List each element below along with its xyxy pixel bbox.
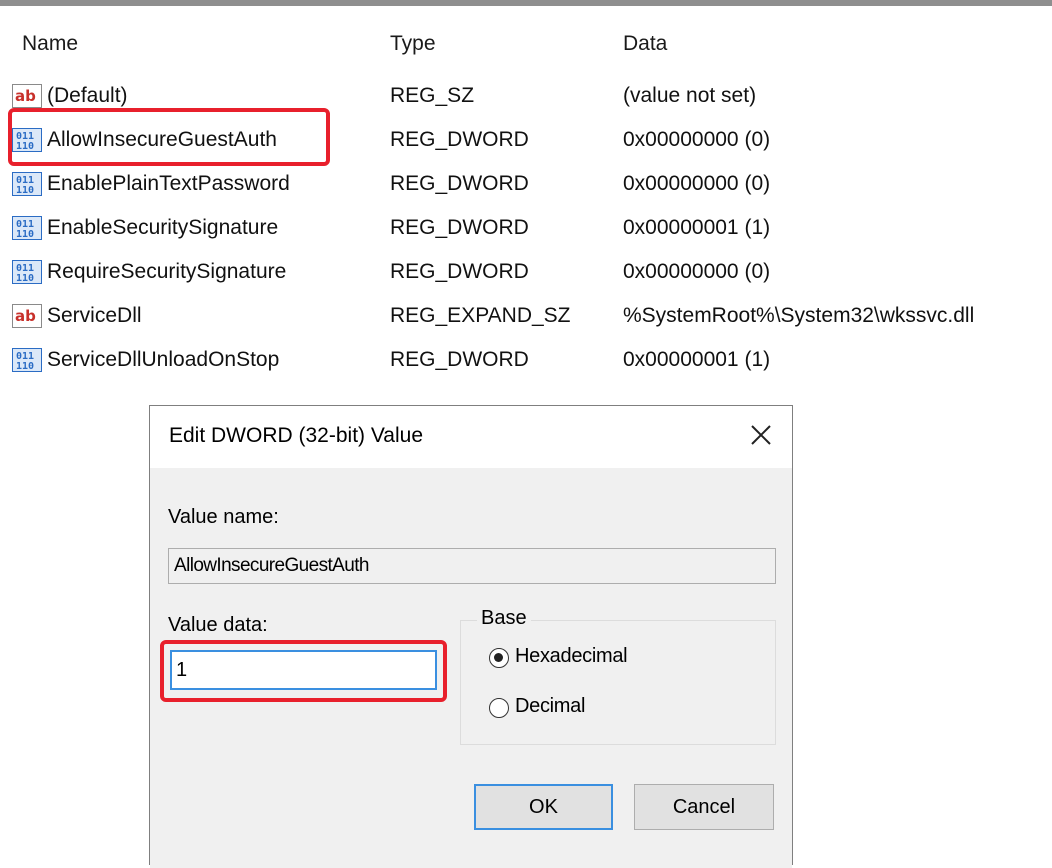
value-data: %SystemRoot%\System32\wkssvc.dll [623,304,975,327]
column-header-type[interactable]: Type [390,32,436,56]
value-data: 0x00000000 (0) [623,260,771,283]
svg-text:110: 110 [16,361,34,372]
radio-hexadecimal-label: Hexadecimal [515,645,628,667]
binary-value-icon: 011 110 [12,260,42,284]
list-item[interactable]: 011 110 EnableSecuritySignature REG_DWORD… [0,206,1052,250]
list-item[interactable]: 011 110 EnablePlainTextPassword REG_DWORD… [0,162,1052,206]
radio-selected-icon [489,648,509,668]
value-name-field: AllowInsecureGuestAuth [168,548,776,584]
cancel-button[interactable]: Cancel [634,784,774,830]
radio-decimal-label: Decimal [515,695,586,717]
binary-value-icon: 011 110 [12,172,42,196]
column-header-data[interactable]: Data [623,32,667,56]
dialog-body: Value name: AllowInsecureGuestAuth Value… [150,468,792,868]
highlight-box [160,640,447,702]
value-data-label: Value data: [168,614,268,636]
value-type: REG_DWORD [390,172,529,195]
value-type: REG_EXPAND_SZ [390,304,571,327]
value-data: 0x00000000 (0) [623,172,771,195]
value-name: RequireSecuritySignature [47,260,287,283]
binary-value-icon: 011 110 [12,216,42,240]
value-data: 0x00000001 (1) [623,216,771,239]
value-name: EnableSecuritySignature [47,216,279,239]
dialog-title-bar[interactable]: Edit DWORD (32-bit) Value [150,406,792,468]
base-label: Base [477,607,531,630]
value-data: 0x00000000 (0) [623,128,771,151]
list-item[interactable]: 011 110 ServiceDllUnloadOnStop REG_DWORD … [0,338,1052,382]
dialog-title: Edit DWORD (32-bit) Value [169,424,424,447]
column-header-name[interactable]: Name [22,32,78,56]
value-data: (value not set) [623,84,757,107]
list-item[interactable]: ab ServiceDll REG_EXPAND_SZ %SystemRoot%… [0,294,1052,338]
svg-text:110: 110 [16,273,34,284]
value-type: REG_DWORD [390,216,529,239]
svg-text:ab: ab [15,307,36,325]
value-name: ServiceDll [47,304,142,327]
list-item[interactable]: 011 110 RequireSecuritySignature REG_DWOR… [0,250,1052,294]
svg-text:110: 110 [16,185,34,196]
value-name: ServiceDllUnloadOnStop [47,348,280,371]
string-value-icon: ab [12,304,42,328]
value-type: REG_DWORD [390,128,529,151]
base-groupbox: Base Hexadecimal Decimal [460,607,776,745]
value-name-label: Value name: [168,506,279,528]
string-value-icon: ab [12,84,42,108]
value-type: REG_DWORD [390,348,529,371]
edit-dword-dialog: Edit DWORD (32-bit) Value Value name: Al… [149,405,793,868]
close-icon[interactable] [748,422,774,448]
value-name: EnablePlainTextPassword [47,172,290,195]
value-type: REG_DWORD [390,260,529,283]
radio-unselected-icon [489,698,509,718]
top-divider [0,0,1052,6]
binary-value-icon: 011 110 [12,348,42,372]
value-data: 0x00000001 (1) [623,348,771,371]
svg-text:ab: ab [15,87,36,105]
highlight-box [8,108,330,166]
svg-text:110: 110 [16,229,34,240]
ok-button[interactable]: OK [474,784,613,830]
value-type: REG_SZ [390,84,475,107]
